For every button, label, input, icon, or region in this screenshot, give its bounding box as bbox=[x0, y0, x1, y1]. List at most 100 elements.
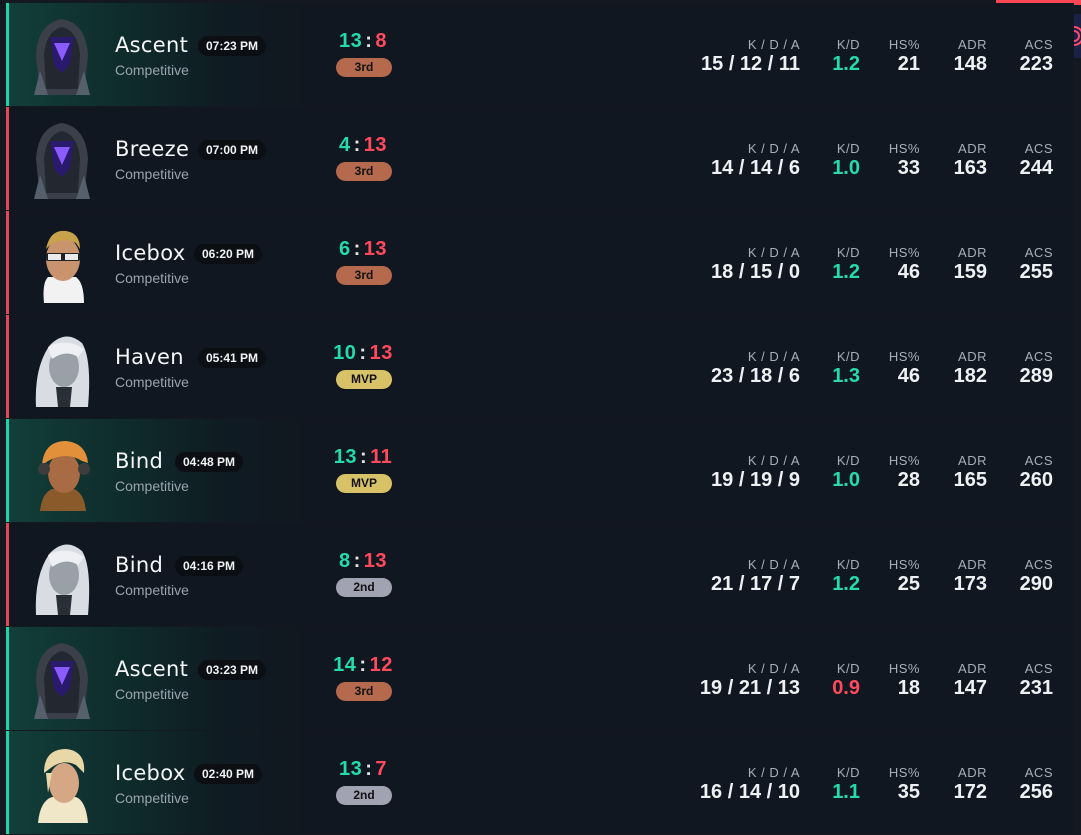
agent-hooded-robot-avatar bbox=[26, 119, 98, 199]
acs-label: ACS bbox=[1024, 349, 1053, 364]
game-mode: Competitive bbox=[115, 166, 189, 182]
hs-label: HS% bbox=[888, 557, 920, 572]
hs-value: 46 bbox=[897, 261, 920, 283]
map-name: Bind bbox=[115, 553, 164, 577]
hs-value: 18 bbox=[897, 677, 920, 699]
kd-value: 1.2 bbox=[832, 53, 860, 75]
match-score: 6:13 bbox=[303, 238, 423, 261]
hs-label: HS% bbox=[888, 141, 920, 156]
adr-label: ADR bbox=[958, 141, 987, 156]
acs-label: ACS bbox=[1024, 37, 1053, 52]
enemy-score: 13 bbox=[363, 238, 388, 260]
enemy-score: 13 bbox=[363, 134, 388, 156]
acs-value: 223 bbox=[1019, 53, 1053, 75]
match-time-badge: 07:00 PM bbox=[198, 140, 267, 160]
game-mode: Competitive bbox=[115, 270, 189, 286]
match-score: 10:13 bbox=[303, 342, 423, 365]
match-row[interactable]: Ascent 03:23 PM Competitive 14:12 3rd K / D /… bbox=[6, 627, 1074, 730]
game-mode: Competitive bbox=[115, 790, 189, 806]
enemy-score: 13 bbox=[369, 342, 393, 364]
hs-value: 33 bbox=[897, 157, 920, 179]
kda-label: K / D / A bbox=[747, 349, 800, 364]
acs-label: ACS bbox=[1024, 245, 1053, 260]
hs-label: HS% bbox=[888, 245, 920, 260]
match-time-badge: 04:48 PM bbox=[175, 452, 244, 472]
adr-stat: ADR 163 bbox=[954, 141, 987, 180]
acs-label: ACS bbox=[1024, 141, 1053, 156]
score-separator: : bbox=[359, 446, 368, 468]
adr-label: ADR bbox=[958, 453, 987, 468]
kda-label: K / D / A bbox=[747, 661, 800, 676]
kd-stat: K/D 1.0 bbox=[832, 141, 860, 180]
agent-glasses-avatar bbox=[26, 223, 98, 303]
adr-label: ADR bbox=[958, 765, 987, 780]
adr-label: ADR bbox=[958, 557, 987, 572]
enemy-score: 13 bbox=[363, 550, 388, 572]
game-mode: Competitive bbox=[115, 582, 189, 598]
acs-stat: ACS 231 bbox=[1020, 661, 1053, 700]
kd-label: K/D bbox=[836, 245, 860, 260]
adr-value: 147 bbox=[953, 677, 987, 699]
hs-label: HS% bbox=[888, 349, 920, 364]
kda-value: 23 / 18 / 6 bbox=[711, 365, 800, 387]
kda-label: K / D / A bbox=[747, 765, 800, 780]
acs-value: 289 bbox=[1019, 365, 1053, 387]
adr-stat: ADR 172 bbox=[954, 765, 987, 804]
match-row[interactable]: Icebox 02:40 PM Competitive 13:7 2nd K / D / … bbox=[6, 731, 1074, 834]
hs-stat: HS% 18 bbox=[889, 661, 920, 700]
kda-stat: K / D / A 19 / 21 / 13 bbox=[700, 661, 800, 700]
match-time-badge: 04:16 PM bbox=[175, 556, 244, 576]
match-row[interactable]: Breeze 07:00 PM Competitive 4:13 3rd K / D / … bbox=[6, 107, 1074, 210]
placement-badge: 3rd bbox=[336, 266, 392, 285]
hs-label: HS% bbox=[888, 661, 920, 676]
kda-label: K / D / A bbox=[747, 141, 800, 156]
kd-label: K/D bbox=[836, 453, 860, 468]
acs-stat: ACS 223 bbox=[1020, 37, 1053, 76]
acs-value: 290 bbox=[1019, 573, 1053, 595]
kda-value: 19 / 21 / 13 bbox=[699, 677, 800, 699]
score-separator: : bbox=[353, 134, 361, 156]
kda-stat: K / D / A 16 / 14 / 10 bbox=[700, 765, 800, 804]
adr-label: ADR bbox=[958, 37, 987, 52]
kd-value: 0.9 bbox=[832, 677, 860, 699]
acs-label: ACS bbox=[1024, 453, 1053, 468]
kd-label: K/D bbox=[836, 349, 860, 364]
kd-label: K/D bbox=[836, 141, 860, 156]
map-name: Icebox bbox=[115, 761, 186, 785]
agent-white-hair-avatar bbox=[26, 535, 98, 615]
enemy-score: 12 bbox=[369, 654, 393, 676]
adr-value: 163 bbox=[953, 157, 987, 179]
kda-stat: K / D / A 15 / 12 / 11 bbox=[701, 37, 800, 76]
kda-label: K / D / A bbox=[747, 37, 800, 52]
match-row[interactable]: Haven 05:41 PM Competitive 10:13 MVP K / D / … bbox=[6, 315, 1074, 418]
match-row[interactable]: Bind 04:16 PM Competitive 8:13 2nd K / D / A2… bbox=[6, 523, 1074, 626]
kda-label: K / D / A bbox=[747, 557, 800, 572]
team-score: 14 bbox=[333, 654, 357, 676]
placement-badge: 3rd bbox=[336, 58, 392, 77]
hs-value: 35 bbox=[897, 781, 920, 803]
match-time-badge: 03:23 PM bbox=[198, 660, 267, 680]
kda-stat: K / D / A 21 / 17 / 7 bbox=[711, 557, 800, 596]
map-name: Bind bbox=[115, 449, 164, 473]
enemy-score: 8 bbox=[375, 30, 388, 52]
enemy-score: 7 bbox=[375, 758, 388, 780]
kda-stat: K / D / A 23 / 18 / 6 bbox=[711, 349, 800, 388]
adr-stat: ADR 159 bbox=[954, 245, 987, 284]
kda-stat: K / D / A 19 / 19 / 9 bbox=[711, 453, 800, 492]
game-mode: Competitive bbox=[115, 686, 189, 702]
kda-stat: K / D / A 18 / 15 / 0 bbox=[711, 245, 800, 284]
adr-value: 165 bbox=[953, 469, 987, 491]
acs-value: 231 bbox=[1019, 677, 1053, 699]
agent-hooded-robot-avatar bbox=[26, 639, 98, 719]
acs-stat: ACS 289 bbox=[1020, 349, 1053, 388]
acs-value: 255 bbox=[1019, 261, 1053, 283]
hs-stat: HS% 28 bbox=[889, 453, 920, 492]
match-row[interactable]: Ascent 07:23 PM Competitive 13:8 3rd K / D / … bbox=[6, 3, 1074, 106]
match-row[interactable]: Icebox 06:20 PM Competitive 6:13 3rd K / D / … bbox=[6, 211, 1074, 314]
match-row[interactable]: Bind 04:48 PM Competitive 13:11 MVP K / D / A… bbox=[6, 419, 1074, 522]
hs-stat: HS% 46 bbox=[889, 245, 920, 284]
adr-label: ADR bbox=[958, 349, 987, 364]
kd-value: 1.2 bbox=[832, 573, 860, 595]
kd-stat: K/D 1.2 bbox=[832, 245, 860, 284]
kd-value: 1.1 bbox=[832, 781, 860, 803]
